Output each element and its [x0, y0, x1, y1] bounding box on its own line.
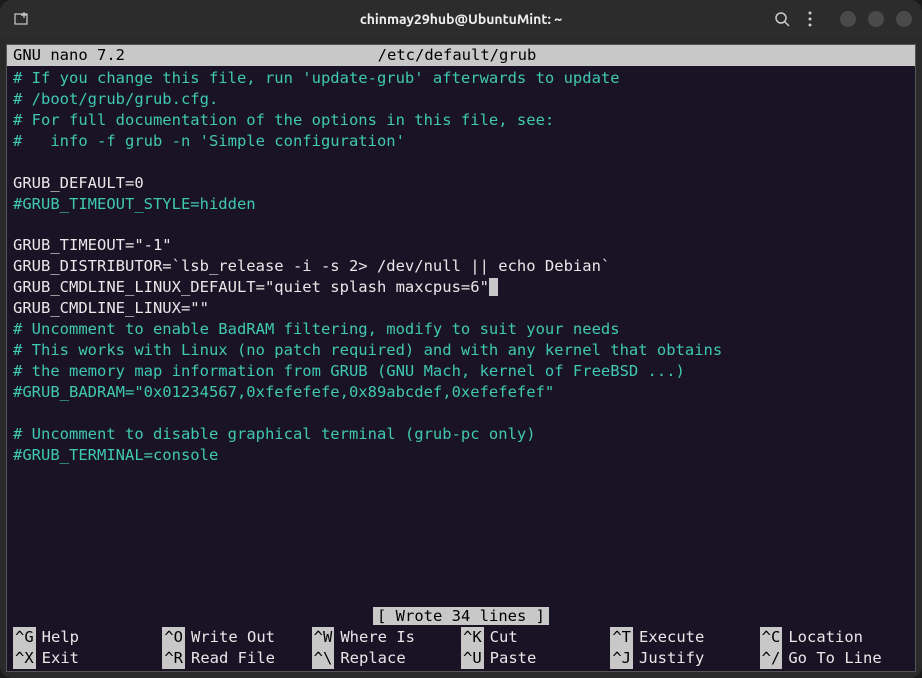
- shortcut-label: Help: [36, 627, 79, 648]
- shortcut-item: ^/Go To Line: [760, 648, 909, 669]
- shortcut-label: Replace: [334, 648, 405, 669]
- shortcut-key: ^W: [312, 627, 335, 648]
- shortcut-key: ^U: [461, 648, 484, 669]
- maximize-button[interactable]: [868, 11, 884, 27]
- shortcut-label: Read File: [185, 648, 275, 669]
- editor-line: [13, 152, 909, 173]
- editor-line: GRUB_DEFAULT=0: [13, 173, 909, 194]
- nano-header: GNU nano 7.2 /etc/default/grub: [7, 45, 915, 66]
- shortcut-item: ^CLocation: [760, 627, 909, 648]
- editor-line: GRUB_DISTRIBUTOR=`lsb_release -i -s 2> /…: [13, 256, 909, 277]
- editor-line: # If you change this file, run 'update-g…: [13, 68, 909, 89]
- shortcut-label: Cut: [484, 627, 518, 648]
- shortcut-item: ^RRead File: [162, 648, 311, 669]
- shortcut-label: Where Is: [334, 627, 415, 648]
- shortcut-item: ^WWhere Is: [312, 627, 461, 648]
- shortcut-key: ^K: [461, 627, 484, 648]
- titlebar-left: [10, 7, 34, 31]
- shortcut-item: ^OWrite Out: [162, 627, 311, 648]
- shortcut-item: ^JJustify: [610, 648, 759, 669]
- shortcut-item: ^\Replace: [312, 648, 461, 669]
- shortcut-label: Exit: [36, 648, 79, 669]
- shortcut-label: Location: [782, 627, 863, 648]
- terminal-body[interactable]: GNU nano 7.2 /etc/default/grub # If you …: [6, 44, 916, 672]
- editor-line: #GRUB_BADRAM="0x01234567,0xfefefefe,0x89…: [13, 382, 909, 403]
- shortcut-key: ^O: [162, 627, 185, 648]
- window-title: chinmay29hub@UbuntuMint: ~: [360, 11, 562, 27]
- shortcuts-bar: ^GHelp^OWrite Out^WWhere Is^KCut^TExecut…: [7, 627, 915, 671]
- editor-content[interactable]: # If you change this file, run 'update-g…: [7, 66, 915, 606]
- nano-filename: /etc/default/grub: [125, 45, 789, 66]
- editor-line: # Uncomment to disable graphical termina…: [13, 424, 909, 445]
- shortcut-label: Write Out: [185, 627, 275, 648]
- shortcut-item: ^GHelp: [13, 627, 162, 648]
- shortcut-item: ^XExit: [13, 648, 162, 669]
- minimize-button[interactable]: [840, 11, 856, 27]
- cursor: [489, 278, 498, 296]
- search-icon[interactable]: [774, 11, 790, 27]
- status-badge: [ Wrote 34 lines ]: [373, 607, 549, 625]
- shortcut-key: ^\: [312, 648, 335, 669]
- shortcut-item: ^UPaste: [461, 648, 610, 669]
- editor-line: GRUB_CMDLINE_LINUX="": [13, 298, 909, 319]
- editor-line: # /boot/grub/grub.cfg.: [13, 89, 909, 110]
- shortcut-key: ^J: [610, 648, 633, 669]
- shortcut-label: Go To Line: [782, 648, 881, 669]
- shortcut-item: ^KCut: [461, 627, 610, 648]
- editor-line: [13, 403, 909, 424]
- shortcut-key: ^/: [760, 648, 783, 669]
- terminal-window: chinmay29hub@UbuntuMint: ~ GNU nano 7.2 …: [0, 0, 922, 678]
- shortcut-key: ^X: [13, 648, 36, 669]
- shortcut-key: ^T: [610, 627, 633, 648]
- menu-icon[interactable]: [808, 11, 812, 27]
- status-line: [ Wrote 34 lines ]: [7, 606, 915, 627]
- editor-line: [13, 466, 909, 487]
- nano-app-name: GNU nano 7.2: [13, 45, 125, 66]
- editor-line: GRUB_CMDLINE_LINUX_DEFAULT="quiet splash…: [13, 277, 909, 298]
- shortcut-key: ^R: [162, 648, 185, 669]
- titlebar-right: [774, 11, 912, 27]
- shortcut-item: ^TExecute: [610, 627, 759, 648]
- new-tab-icon[interactable]: [10, 7, 34, 31]
- shortcut-key: ^G: [13, 627, 36, 648]
- editor-line: # info -f grub -n 'Simple configuration': [13, 131, 909, 152]
- close-button[interactable]: [896, 11, 912, 27]
- editor-line: # This works with Linux (no patch requir…: [13, 340, 909, 361]
- editor-line: GRUB_TIMEOUT="-1": [13, 235, 909, 256]
- shortcut-label: Execute: [633, 627, 704, 648]
- editor-line: #GRUB_TERMINAL=console: [13, 445, 909, 466]
- shortcut-label: Paste: [484, 648, 537, 669]
- shortcut-label: Justify: [633, 648, 704, 669]
- editor-line: # For full documentation of the options …: [13, 110, 909, 131]
- editor-line: [13, 214, 909, 235]
- editor-line: # the memory map information from GRUB (…: [13, 361, 909, 382]
- shortcut-key: ^C: [760, 627, 783, 648]
- editor-line: # Uncomment to enable BadRAM filtering, …: [13, 319, 909, 340]
- editor-line: #GRUB_TIMEOUT_STYLE=hidden: [13, 194, 909, 215]
- window-controls: [840, 11, 912, 27]
- titlebar: chinmay29hub@UbuntuMint: ~: [0, 0, 922, 38]
